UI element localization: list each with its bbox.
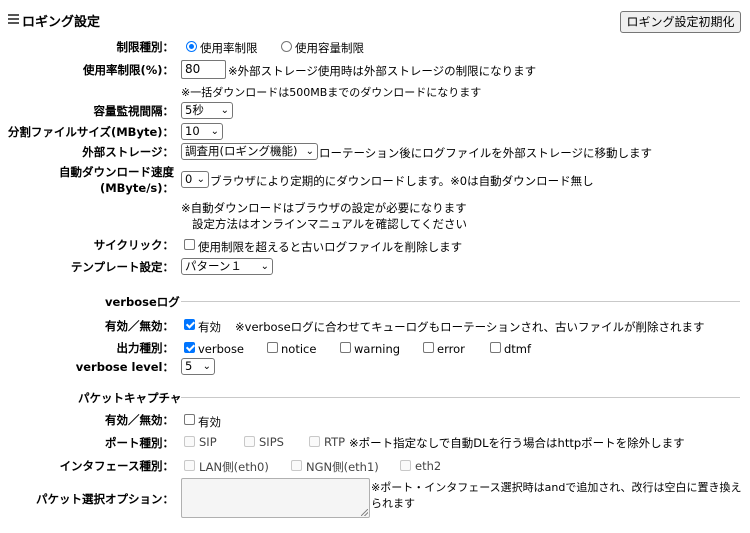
port-sips-checkbox[interactable] [244, 436, 255, 447]
output-error-label: error [437, 342, 465, 356]
external-storage-note: ローテーション後にログファイルを外部ストレージに移動します [319, 146, 653, 160]
packet-enable-checkbox[interactable] [184, 414, 195, 425]
output-verbose-label: verbose [198, 342, 245, 356]
split-size-value: 10 [185, 124, 200, 138]
cyclic-checkbox[interactable] [184, 239, 195, 250]
cyclic-label: サイクリック： [93, 238, 174, 252]
bulk-download-note: ※一括ダウンロードは500MBまでのダウンロードになります [181, 86, 482, 99]
verbose-enable-label: 有効／無効： [105, 319, 174, 333]
iface-eth1-label: NGN側(eth1) [306, 460, 379, 474]
chevron-down-icon: ⌄ [220, 105, 229, 116]
usage-rate-label: 使用率制限(%)： [82, 63, 174, 77]
packet-enable-option: 有効 [198, 415, 221, 429]
iface-eth2-checkbox[interactable] [400, 460, 411, 471]
capacity-interval-value: 5秒 [185, 103, 204, 117]
output-error-checkbox[interactable] [423, 342, 434, 353]
verbose-level-value: 5 [185, 359, 193, 373]
auto-download-unit-label: (MByte/s)： [99, 181, 174, 195]
port-sip-label: SIP [199, 435, 217, 449]
iface-eth1-checkbox[interactable] [291, 460, 302, 471]
usage-rate-note: ※外部ストレージ使用時は外部ストレージの制限になります [228, 64, 537, 78]
output-warning-checkbox[interactable] [340, 342, 351, 353]
verbose-enable-note: ※verboseログに合わせてキューログもローテーションされ、古いファイルが削除… [235, 320, 705, 334]
iface-eth0-label: LAN側(eth0) [199, 460, 269, 474]
iface-eth0-checkbox[interactable] [184, 460, 195, 471]
interface-type-label: インタフェース種別： [59, 459, 174, 473]
packet-filter-label: パケット選択オプション： [36, 492, 174, 506]
packet-section-title: パケットキャプチャ [78, 391, 182, 405]
chevron-down-icon: ⌄ [210, 126, 219, 137]
limit-capacity-radio[interactable] [281, 41, 292, 52]
port-rtp-label: RTP [324, 435, 346, 449]
template-value: パターン１ [185, 259, 242, 273]
verbose-section-title: verboseログ [105, 295, 180, 309]
chevron-down-icon: ⌄ [202, 361, 211, 372]
verbose-level-label: verbose level： [75, 360, 174, 374]
packet-filter-note-cont: られます [371, 497, 415, 510]
chevron-down-icon: ⌄ [196, 174, 205, 185]
auto-download-value: 0 [185, 172, 193, 186]
external-storage-select[interactable]: 調査用(ロギング機能) ⌄ [181, 143, 318, 160]
limit-capacity-label: 使用容量制限 [295, 41, 364, 55]
verbose-enable-option: 有効 [198, 320, 221, 334]
port-rtp-checkbox[interactable] [309, 436, 320, 447]
iface-eth2-label: eth2 [415, 459, 442, 473]
split-size-select[interactable]: 10 ⌄ [181, 123, 223, 140]
packet-filter-textarea[interactable] [181, 478, 370, 518]
capacity-interval-label: 容量監視間隔： [93, 104, 175, 118]
auto-download-label: 自動ダウンロード速度 [59, 165, 174, 179]
packet-filter-note: ※ポート・インタフェース選択時はandで追加され、改行は空白に置き換え [371, 481, 742, 494]
template-select[interactable]: パターン１ ⌄ [181, 258, 273, 275]
verbose-level-select[interactable]: 5 ⌄ [181, 358, 215, 375]
packet-enable-label: 有効／無効： [105, 413, 174, 427]
chevron-down-icon: ⌄ [305, 146, 314, 157]
verbose-section-divider [181, 301, 740, 302]
page-title: ロギング設定 [22, 15, 101, 30]
reset-logging-button[interactable]: ロギング設定初期化 [620, 11, 741, 33]
auto-download-manual-note: 設定方法はオンラインマニュアルを確認してください [192, 217, 467, 231]
limit-rate-radio[interactable] [186, 41, 197, 52]
auto-download-browser-note: ※自動ダウンロードはブラウザの設定が必要になります [181, 201, 467, 215]
packet-section-divider [181, 397, 740, 398]
chevron-down-icon: ⌄ [260, 261, 269, 272]
resize-handle-icon[interactable] [361, 509, 368, 516]
port-note: ※ポート指定なしで自動DLを行う場合はhttpポートを除外します [349, 436, 685, 450]
output-warning-label: warning [354, 342, 401, 356]
external-storage-label: 外部ストレージ： [82, 145, 174, 159]
port-type-label: ポート種別： [105, 436, 174, 450]
limit-type-label: 制限種別： [116, 40, 175, 54]
auto-download-select[interactable]: 0 ⌄ [181, 171, 209, 188]
output-notice-checkbox[interactable] [267, 342, 278, 353]
split-size-label: 分割ファイルサイズ(MByte)： [7, 125, 174, 139]
external-storage-value: 調査用(ロギング機能) [185, 144, 298, 158]
port-sips-label: SIPS [259, 435, 284, 449]
capacity-interval-select[interactable]: 5秒 ⌄ [181, 102, 233, 119]
output-dtmf-label: dtmf [504, 342, 532, 356]
limit-rate-label: 使用率制限 [200, 41, 258, 55]
template-label: テンプレート設定： [70, 260, 174, 274]
output-notice-label: notice [281, 342, 317, 356]
output-verbose-checkbox[interactable] [184, 342, 195, 353]
verbose-enable-checkbox[interactable] [184, 319, 195, 330]
usage-rate-input[interactable]: 80 [181, 60, 226, 79]
output-type-label: 出力種別： [116, 341, 175, 355]
list-icon [8, 14, 19, 25]
cyclic-option-label: 使用制限を超えると古いログファイルを削除します [198, 240, 463, 254]
port-sip-checkbox[interactable] [184, 436, 195, 447]
output-dtmf-checkbox[interactable] [490, 342, 501, 353]
auto-download-note: ブラウザにより定期的にダウンロードします。※0は自動ダウンロード無し [210, 174, 594, 188]
